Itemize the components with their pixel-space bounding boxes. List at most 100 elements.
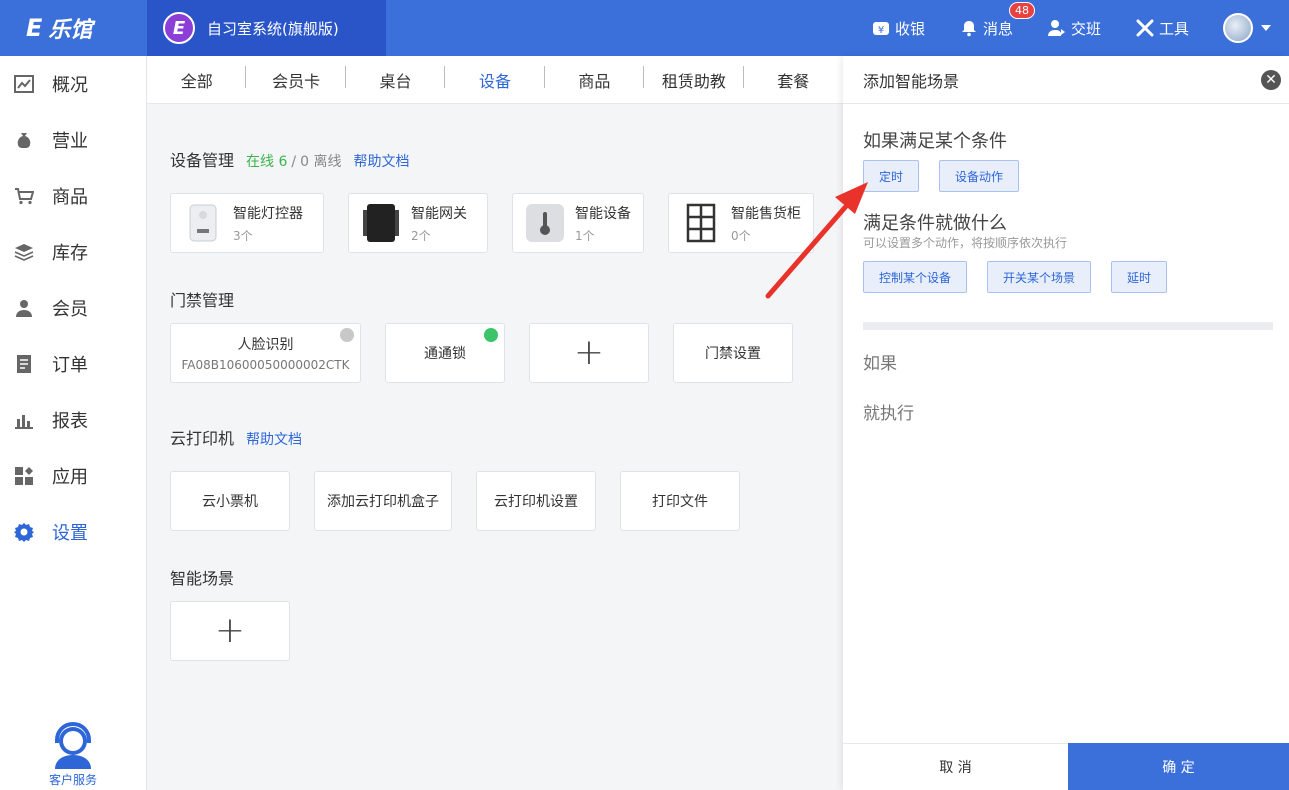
sidebar-item-label: 订单 — [52, 355, 88, 376]
confirm-button[interactable]: 确 定 — [1068, 743, 1289, 790]
section-title: 设备管理 — [170, 151, 235, 170]
sidebar-item-label: 报表 — [52, 411, 88, 432]
printer-help-link[interactable]: 帮助文档 — [246, 429, 302, 449]
customer-service-button[interactable]: 客户服务 — [0, 721, 146, 788]
top-actions: ¥ 收银 消息 48 交班 工具 — [871, 0, 1289, 56]
cloud-printer-header: 云打印机 帮助文档 — [170, 425, 302, 449]
apps-icon — [14, 466, 34, 486]
order-icon — [14, 354, 34, 374]
offline-status-dot — [340, 328, 354, 342]
smart-scene-header: 智能场景 — [170, 565, 234, 589]
device-name: 智能网关 — [411, 205, 467, 222]
user-icon — [14, 298, 34, 318]
add-scene-panel: 添加智能场景 ✕ 如果满足某个条件 定时 设备动作 满足条件就做什么 可以设置多… — [843, 56, 1289, 790]
brand-tab[interactable]: E 自习室系统(旗舰版) — [147, 0, 386, 56]
device-help-link[interactable]: 帮助文档 — [353, 151, 409, 171]
cloud-receipt-printer-button[interactable]: 云小票机 — [170, 471, 290, 531]
printer-settings-button[interactable]: 云打印机设置 — [476, 471, 596, 531]
customer-service-label: 客户服务 — [48, 773, 97, 787]
light-controller-icon — [183, 203, 223, 243]
face-recognition-card[interactable]: 人脸识别 FA08B10600050000002CTK — [170, 323, 361, 383]
sidebar-item-orders[interactable]: 订单 — [0, 336, 146, 392]
logo-mark-icon: E — [26, 14, 43, 42]
plus-icon: + — [214, 610, 246, 651]
sidebar-item-label: 会员 — [52, 299, 88, 320]
gear-icon — [14, 522, 34, 542]
printer-item-label: 云小票机 — [202, 494, 258, 510]
device-count: 3个 — [233, 228, 253, 243]
access-settings-label: 门禁设置 — [705, 346, 761, 362]
sidebar-item-members[interactable]: 会员 — [0, 280, 146, 336]
device-name: 智能设备 — [575, 205, 631, 222]
delay-button[interactable]: 延时 — [1111, 261, 1167, 293]
sidebar-item-label: 营业 — [52, 131, 88, 152]
chevron-down-icon[interactable] — [1261, 25, 1271, 31]
device-count: 0个 — [731, 228, 751, 243]
user-avatar[interactable] — [1223, 13, 1253, 43]
device-card-smart-device[interactable]: 智能设备 1个 — [512, 193, 644, 253]
add-scene-button[interactable]: + — [170, 601, 290, 661]
sidebar-item-inventory[interactable]: 库存 — [0, 224, 146, 280]
device-card-vending[interactable]: 智能售货柜 0个 — [668, 193, 814, 253]
tab-rental[interactable]: 租赁助教 — [644, 65, 744, 92]
app-logo[interactable]: E 乐馆 — [0, 0, 147, 56]
messages-button[interactable]: 消息 48 — [959, 1, 1035, 39]
tools-button[interactable]: 工具 — [1135, 18, 1189, 39]
money-bag-icon — [14, 130, 34, 150]
action-subtitle: 可以设置多个动作，将按顺序依次执行 — [863, 236, 1068, 250]
access-settings-button[interactable]: 门禁设置 — [673, 323, 793, 383]
chart-icon — [14, 74, 34, 94]
cashier-button[interactable]: ¥ 收银 — [871, 18, 925, 39]
section-title: 云打印机 — [170, 429, 235, 448]
tools-icon — [1135, 18, 1155, 38]
face-recognition-name: 人脸识别 — [237, 337, 294, 353]
control-device-button[interactable]: 控制某个设备 — [863, 261, 967, 293]
add-printer-box-button[interactable]: 添加云打印机盒子 — [314, 471, 452, 531]
count-separator: / — [291, 154, 297, 170]
print-file-button[interactable]: 打印文件 — [620, 471, 740, 531]
sidebar-item-overview[interactable]: 概况 — [0, 56, 146, 112]
sidebar-item-label: 概况 — [52, 75, 88, 96]
device-mgmt-header: 设备管理 在线 6 / 0 离线 帮助文档 — [170, 147, 409, 171]
timer-condition-button[interactable]: 定时 — [863, 160, 919, 192]
device-card-light-controller[interactable]: 智能灯控器 3个 — [170, 193, 324, 253]
device-count: 1个 — [575, 228, 595, 243]
sidebar-item-reports[interactable]: 报表 — [0, 392, 146, 448]
sidebar-item-goods[interactable]: 商品 — [0, 168, 146, 224]
sidebar-item-settings[interactable]: 设置 — [0, 504, 146, 560]
sidebar-item-label: 库存 — [52, 243, 88, 264]
sidebar-item-apps[interactable]: 应用 — [0, 448, 146, 504]
tab-goods[interactable]: 商品 — [545, 65, 645, 92]
thermometer-icon — [525, 203, 565, 243]
tongtong-lock-card[interactable]: 通通锁 — [385, 323, 505, 383]
handover-button[interactable]: 交班 — [1047, 18, 1101, 39]
bar-chart-icon — [14, 410, 34, 430]
cashier-label: 收银 — [894, 19, 925, 38]
gateway-icon — [361, 203, 401, 243]
sidebar-item-label: 应用 — [52, 467, 88, 488]
top-bar: E 乐馆 E 自习室系统(旗舰版) ¥ 收银 消息 48 交班 工具 — [0, 0, 1289, 56]
sidebar-item-label: 设置 — [52, 523, 88, 544]
device-count: 2个 — [411, 228, 431, 243]
cart-icon — [14, 186, 34, 206]
category-tabs: 全部 会员卡 桌台 设备 商品 租赁助教 套餐 — [147, 56, 843, 104]
handover-icon — [1047, 18, 1067, 38]
tab-all[interactable]: 全部 — [147, 65, 247, 92]
tab-member-card[interactable]: 会员卡 — [246, 65, 347, 92]
cancel-button[interactable]: 取 消 — [843, 743, 1068, 790]
device-card-gateway[interactable]: 智能网关 2个 — [348, 193, 488, 253]
action-title: 满足条件就做什么 — [863, 213, 1007, 234]
sidebar-item-business[interactable]: 营业 — [0, 112, 146, 168]
tab-package[interactable]: 套餐 — [744, 68, 843, 92]
if-label: 如果 — [863, 354, 897, 374]
close-icon[interactable]: ✕ — [1261, 70, 1281, 90]
message-count-badge: 48 — [1008, 1, 1035, 19]
add-access-button[interactable]: + — [529, 323, 649, 383]
toggle-scene-button[interactable]: 开关某个场景 — [987, 261, 1091, 293]
tab-table[interactable]: 桌台 — [346, 65, 446, 92]
headset-icon — [49, 721, 97, 769]
device-action-condition-button[interactable]: 设备动作 — [939, 160, 1019, 192]
tab-device[interactable]: 设备 — [445, 65, 546, 92]
access-mgmt-header: 门禁管理 — [170, 287, 234, 311]
panel-header: 添加智能场景 ✕ — [843, 56, 1289, 104]
